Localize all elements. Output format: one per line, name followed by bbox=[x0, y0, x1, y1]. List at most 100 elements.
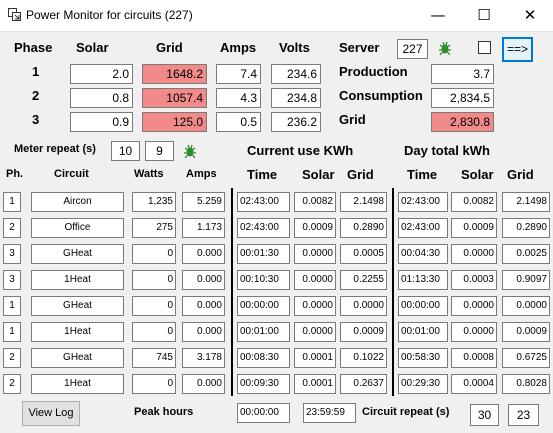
total-grid-field: 2,830.8 bbox=[431, 112, 494, 132]
row-current-grid: 0.2890 bbox=[340, 218, 387, 238]
row-phase[interactable]: 3 bbox=[3, 270, 21, 290]
meter-repeat-label: Meter repeat (s) bbox=[14, 143, 96, 155]
row-current-solar: 0.0000 bbox=[294, 296, 336, 316]
row-phase[interactable]: 2 bbox=[3, 218, 21, 238]
row-watts: 0 bbox=[132, 244, 176, 264]
row-day-time: 01:13:30 bbox=[398, 270, 448, 290]
row-watts: 0 bbox=[132, 322, 176, 342]
row-circuit-name[interactable]: GHeat bbox=[31, 348, 124, 368]
col-current-time: Time bbox=[247, 167, 278, 182]
title-bar: Power Monitor for circuits (227) — ☐ ✕ bbox=[0, 0, 553, 32]
row-day-time: 02:43:00 bbox=[398, 192, 448, 212]
row-day-grid: 0.0009 bbox=[502, 322, 550, 342]
row-current-grid: 0.2255 bbox=[340, 270, 387, 290]
amps-header: Amps bbox=[220, 40, 257, 55]
row-circuit-name[interactable]: 1Heat bbox=[31, 374, 124, 394]
row-amps: 0.000 bbox=[182, 322, 225, 342]
row-watts: 0 bbox=[132, 296, 176, 316]
row-phase[interactable]: 1 bbox=[3, 296, 21, 316]
circuit-repeat-label: Circuit repeat (s) bbox=[362, 406, 450, 418]
row-current-solar: 0.0000 bbox=[294, 322, 336, 342]
row-circuit-name[interactable]: 1Heat bbox=[31, 270, 124, 290]
row-day-solar: 0.0008 bbox=[451, 348, 497, 368]
grid-header: Grid bbox=[156, 40, 183, 55]
row-day-solar: 0.0004 bbox=[451, 374, 497, 394]
view-log-button[interactable]: View Log bbox=[22, 401, 80, 426]
row-current-time: 00:09:30 bbox=[237, 374, 290, 394]
phase-number: 1 bbox=[32, 64, 40, 79]
solar-header: Solar bbox=[76, 40, 109, 55]
row-current-grid: 0.1022 bbox=[340, 348, 387, 368]
server-checkbox[interactable] bbox=[478, 41, 491, 54]
row-day-solar: 0.0000 bbox=[451, 296, 497, 316]
close-button[interactable]: ✕ bbox=[507, 0, 553, 31]
minimize-button[interactable]: — bbox=[415, 0, 461, 31]
phase-grid-field: 1648.2 bbox=[142, 64, 207, 84]
row-day-solar: 0.0000 bbox=[451, 322, 497, 342]
row-current-time: 02:43:00 bbox=[237, 218, 290, 238]
phase-volts-field: 234.6 bbox=[271, 64, 321, 84]
col-day-grid: Grid bbox=[507, 167, 534, 182]
row-phase[interactable]: 2 bbox=[3, 348, 21, 368]
row-circuit-name[interactable]: GHeat bbox=[31, 296, 124, 316]
row-current-grid: 0.0000 bbox=[340, 296, 387, 316]
row-current-grid: 2.1498 bbox=[340, 192, 387, 212]
phase-solar-field: 2.0 bbox=[70, 64, 133, 84]
row-current-grid: 0.2637 bbox=[340, 374, 387, 394]
row-circuit-name[interactable]: 1Heat bbox=[31, 322, 124, 342]
row-circuit-name[interactable]: Office bbox=[31, 218, 124, 238]
row-watts: 0 bbox=[132, 374, 176, 394]
row-circuit-name[interactable]: GHeat bbox=[31, 244, 124, 264]
col-circuit: Circuit bbox=[54, 168, 89, 180]
row-amps: 0.000 bbox=[182, 244, 225, 264]
production-field: 3.7 bbox=[431, 64, 494, 84]
phase-amps-field: 7.4 bbox=[216, 64, 261, 84]
row-day-solar: 0.0009 bbox=[451, 218, 497, 238]
maximize-button[interactable]: ☐ bbox=[461, 0, 507, 31]
consumption-label: Consumption bbox=[339, 88, 423, 103]
peak-start-field[interactable]: 00:00:00 bbox=[237, 403, 290, 423]
activity-bug-icon bbox=[439, 41, 451, 56]
row-circuit-name[interactable]: Aircon bbox=[31, 192, 124, 212]
consumption-field: 2,834.5 bbox=[431, 88, 494, 108]
row-phase[interactable]: 2 bbox=[3, 374, 21, 394]
peak-hours-label: Peak hours bbox=[134, 406, 194, 418]
phase-volts-field: 234.8 bbox=[271, 88, 321, 108]
col-current-solar: Solar bbox=[302, 167, 335, 182]
next-server-button[interactable]: ==> bbox=[502, 37, 533, 62]
row-day-solar: 0.0003 bbox=[451, 270, 497, 290]
row-phase[interactable]: 3 bbox=[3, 244, 21, 264]
row-current-solar: 0.0001 bbox=[294, 374, 336, 394]
meter-repeat-field[interactable]: 10 bbox=[111, 141, 140, 161]
phase-grid-field: 125.0 bbox=[142, 112, 207, 132]
phase-number: 3 bbox=[32, 112, 40, 127]
circuit-repeat-field[interactable]: 30 bbox=[470, 404, 499, 426]
row-day-grid: 0.2890 bbox=[502, 218, 550, 238]
row-current-time: 00:00:00 bbox=[237, 296, 290, 316]
row-current-solar: 0.0001 bbox=[294, 348, 336, 368]
row-phase[interactable]: 1 bbox=[3, 322, 21, 342]
phase-header: Phase bbox=[14, 40, 53, 55]
separator-line bbox=[231, 188, 233, 396]
row-day-grid: 0.8028 bbox=[502, 374, 550, 394]
peak-end-field[interactable]: 23:59:59 bbox=[303, 403, 356, 423]
row-current-time: 02:43:00 bbox=[237, 192, 290, 212]
row-day-time: 00:01:00 bbox=[398, 322, 448, 342]
row-day-time: 00:00:00 bbox=[398, 296, 448, 316]
col-current-grid: Grid bbox=[347, 167, 374, 182]
app-icon bbox=[8, 8, 21, 21]
server-field[interactable]: 227 bbox=[397, 39, 428, 59]
row-watts: 0 bbox=[132, 270, 176, 290]
separator-line bbox=[392, 188, 394, 396]
col-day-time: Time bbox=[407, 167, 438, 182]
circuit-countdown-field: 23 bbox=[508, 404, 539, 426]
row-current-solar: 0.0082 bbox=[294, 192, 336, 212]
current-use-title: Current use KWh bbox=[247, 143, 354, 158]
phase-amps-field: 4.3 bbox=[216, 88, 261, 108]
row-amps: 5.259 bbox=[182, 192, 225, 212]
row-watts: 1,235 bbox=[132, 192, 176, 212]
row-phase[interactable]: 1 bbox=[3, 192, 21, 212]
row-current-grid: 0.0009 bbox=[340, 322, 387, 342]
day-total-title: Day total kWh bbox=[404, 143, 490, 158]
phase-number: 2 bbox=[32, 88, 40, 103]
